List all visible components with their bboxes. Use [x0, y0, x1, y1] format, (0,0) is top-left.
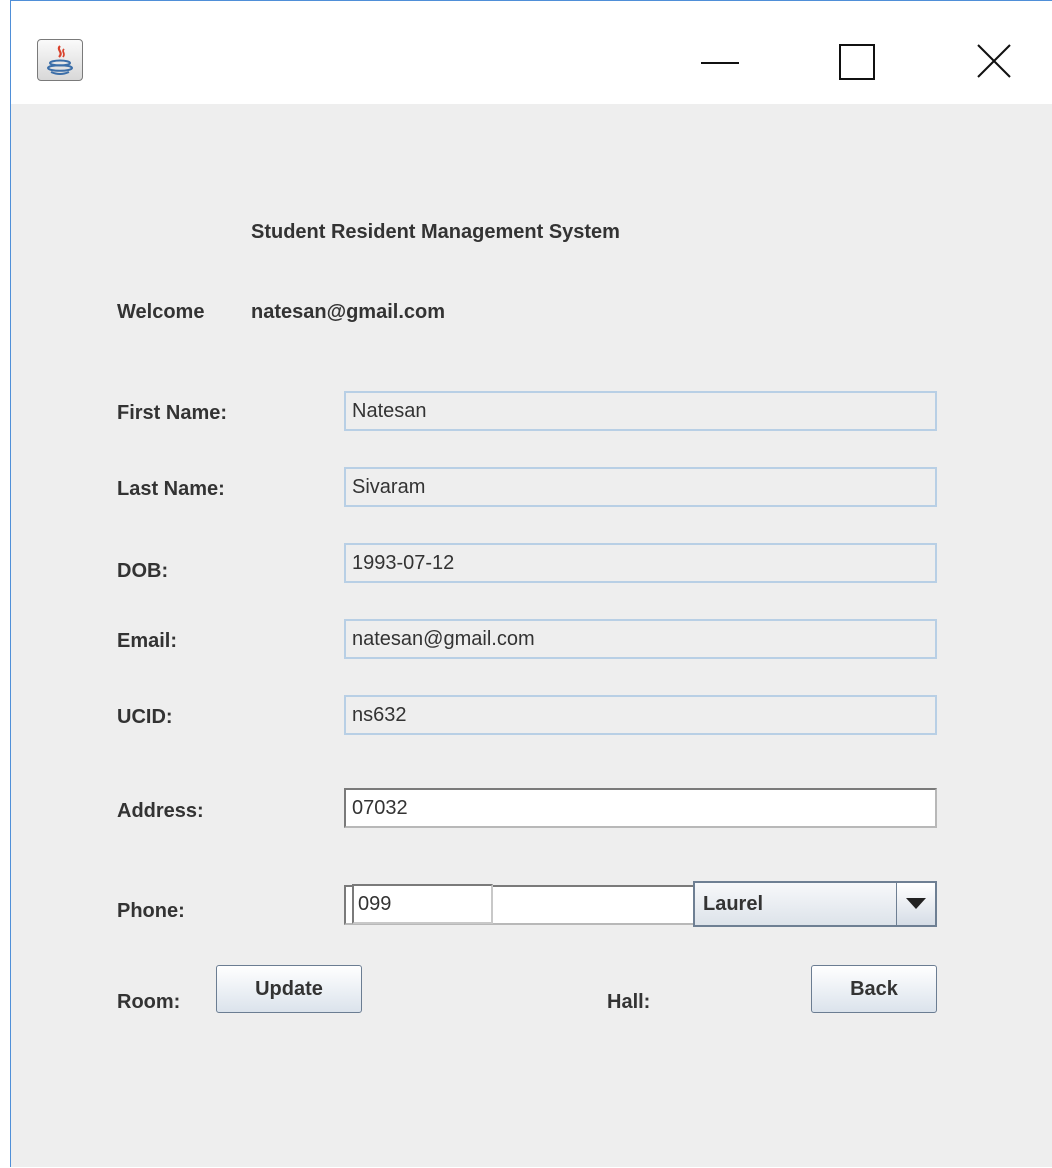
last-name-field[interactable]: Sivaram	[344, 467, 937, 507]
maximize-button[interactable]	[822, 31, 882, 91]
dob-field[interactable]: 1993-07-12	[344, 543, 937, 583]
close-icon	[977, 44, 1011, 78]
first-name-label: First Name:	[117, 402, 228, 424]
chevron-down-icon	[906, 898, 926, 909]
hall-select[interactable]: Laurel	[693, 881, 937, 927]
dob-label: DOB:	[117, 560, 169, 582]
hall-label: Hall:	[607, 991, 651, 1013]
welcome-label: Welcome	[117, 301, 205, 323]
first-name-field[interactable]: Natesan	[344, 391, 937, 431]
minimize-button[interactable]	[689, 31, 749, 91]
maximize-icon	[839, 44, 875, 80]
minimize-icon	[701, 62, 739, 64]
room-input[interactable]: 099	[352, 884, 493, 924]
close-button[interactable]	[964, 31, 1024, 91]
welcome-user-email: natesan@gmail.com	[251, 301, 446, 323]
phone-label: Phone:	[117, 900, 185, 922]
app-window: Student Resident Management System Welco…	[10, 0, 1052, 1167]
hall-dropdown-button[interactable]	[896, 883, 935, 925]
page-title: Student Resident Management System	[251, 221, 620, 243]
room-label: Room:	[117, 991, 181, 1013]
email-field[interactable]: natesan@gmail.com	[344, 619, 937, 659]
email-label: Email:	[117, 630, 178, 652]
hall-selected-value: Laurel	[703, 893, 764, 915]
update-button[interactable]: Update	[216, 965, 362, 1013]
ucid-label: UCID:	[117, 706, 173, 728]
ucid-field[interactable]: ns632	[344, 695, 937, 735]
last-name-label: Last Name:	[117, 478, 225, 500]
title-bar[interactable]	[11, 1, 1052, 104]
address-label: Address:	[117, 800, 204, 822]
java-icon[interactable]	[37, 39, 83, 81]
address-input[interactable]: 07032	[344, 788, 937, 828]
back-button[interactable]: Back	[811, 965, 937, 1013]
